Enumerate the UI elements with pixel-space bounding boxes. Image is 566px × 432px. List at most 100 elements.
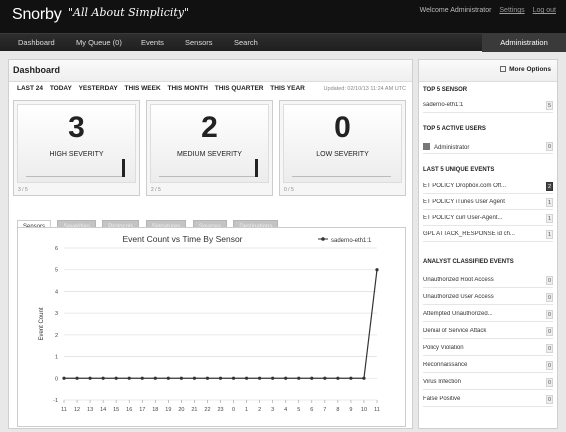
- list-item[interactable]: Unauthorized User Access 0: [423, 291, 553, 305]
- low-severity-card[interactable]: 0 LOW SEVERITY 0 / 5: [279, 100, 406, 196]
- x-tick-label: 2: [258, 407, 261, 413]
- x-tick-label: 21: [191, 407, 197, 413]
- classified-events-title: ANALYST CLASSIFIED EVENTS: [423, 259, 514, 265]
- data-point: [114, 376, 118, 380]
- count-badge: 0: [546, 327, 553, 336]
- y-tick-label: -1: [53, 398, 58, 404]
- event-name: ET POLICY Dropbox.com Off...: [423, 183, 507, 189]
- range-this-month[interactable]: THIS MONTH: [167, 85, 207, 92]
- classification-name: Policy Violation: [423, 345, 464, 351]
- severity-count: 2: [201, 111, 218, 144]
- count-badge: 5: [546, 101, 553, 110]
- nav-sensors[interactable]: Sensors: [185, 38, 213, 47]
- medium-severity-card[interactable]: 2 MEDIUM SEVERITY 2 / 5: [146, 100, 273, 196]
- data-point: [62, 376, 66, 380]
- range-yesterday[interactable]: YESTERDAY: [79, 85, 118, 92]
- range-today[interactable]: TODAY: [50, 85, 72, 92]
- list-item[interactable]: Virus Infection 0: [423, 376, 553, 390]
- sparkline-baseline: [292, 176, 391, 177]
- classification-name: Reconnaissance: [423, 362, 468, 368]
- range-last-24[interactable]: LAST 24: [17, 85, 43, 92]
- y-tick-label: 6: [55, 246, 58, 252]
- data-point: [218, 376, 223, 380]
- list-item[interactable]: Policy Violation 0: [423, 342, 553, 356]
- top-bar: Snorby "All About Simplicity" Welcome Ad…: [0, 0, 566, 33]
- page-title: Dashboard: [13, 65, 61, 75]
- user-name: Administrator: [434, 145, 470, 151]
- nav-administration[interactable]: Administration: [482, 34, 566, 52]
- list-item[interactable]: ET POLICY iTunes User Agent 1: [423, 196, 553, 210]
- legend-label: saderno-eth1:1: [331, 238, 372, 244]
- list-item[interactable]: GPL ATTACK_RESPONSE id ch... 1: [423, 228, 553, 242]
- severity-ratio: 3 / 5: [18, 187, 28, 193]
- legend-marker: [321, 237, 325, 241]
- y-tick-label: 3: [55, 311, 58, 317]
- app-tagline: "All About Simplicity": [68, 6, 190, 19]
- x-tick-label: 10: [361, 407, 367, 413]
- high-severity-card[interactable]: 3 HIGH SEVERITY 3 / 5: [13, 100, 140, 196]
- list-item[interactable]: Reconnaissance 0: [423, 359, 553, 373]
- range-this-week[interactable]: THIS WEEK: [125, 85, 161, 92]
- more-options-label: More Options: [509, 66, 551, 73]
- x-tick-label: 8: [336, 407, 339, 413]
- classification-name: Unauthorized Root Access: [423, 277, 494, 283]
- x-tick-label: 1: [245, 407, 248, 413]
- list-item[interactable]: saderno-eth1:1 5: [423, 99, 553, 113]
- list-item[interactable]: Attempted Unauthorized... 0: [423, 308, 553, 322]
- list-item[interactable]: Denial of Service Attack 0: [423, 325, 553, 339]
- range-this-quarter[interactable]: THIS QUARTER: [215, 85, 264, 92]
- settings-link[interactable]: Settings: [499, 7, 524, 14]
- nav-events[interactable]: Events: [141, 38, 164, 47]
- list-item[interactable]: False Positive 0: [423, 393, 553, 407]
- more-options-button[interactable]: More Options: [500, 66, 551, 73]
- nav-my-queue[interactable]: My Queue (0): [76, 38, 122, 47]
- page: Snorby "All About Simplicity" Welcome Ad…: [0, 0, 566, 432]
- event-name: ET POLICY iTunes User Agent: [423, 199, 505, 205]
- severity-card-body: 2 MEDIUM SEVERITY: [150, 104, 269, 183]
- severity-card-body: 0 LOW SEVERITY: [283, 104, 402, 183]
- x-tick-label: 6: [310, 407, 313, 413]
- x-tick-label: 3: [271, 407, 274, 413]
- list-item[interactable]: Administrator 0: [423, 140, 553, 154]
- classification-name: False Positive: [423, 396, 461, 402]
- range-this-year[interactable]: THIS YEAR: [270, 85, 305, 92]
- list-item[interactable]: Unauthorized Root Access 0: [423, 274, 553, 288]
- count-badge: 1: [546, 198, 553, 207]
- sparkline-bar: [255, 159, 258, 177]
- x-tick-label: 17: [139, 407, 145, 413]
- x-tick-label: 18: [152, 407, 158, 413]
- x-tick-label: 15: [113, 407, 119, 413]
- count-badge: 1: [546, 214, 553, 223]
- data-point: [244, 376, 249, 380]
- unique-events-title: LAST 5 UNIQUE EVENTS: [423, 167, 495, 173]
- x-tick-label: 5: [297, 407, 300, 413]
- sparkline-bar: [122, 159, 125, 177]
- x-tick-label: 14: [100, 407, 106, 413]
- app-logo[interactable]: Snorby: [12, 6, 62, 24]
- x-tick-label: 4: [284, 407, 287, 413]
- data-point: [336, 376, 340, 380]
- user-area: Welcome Administrator Settings Log out: [414, 7, 556, 14]
- severity-count: 0: [334, 111, 351, 144]
- x-tick-label: 7: [323, 407, 326, 413]
- logout-link[interactable]: Log out: [533, 7, 556, 14]
- sensor-name: saderno-eth1:1: [423, 102, 464, 108]
- list-item[interactable]: ET POLICY Dropbox.com Off... 2: [423, 180, 553, 194]
- nav-search[interactable]: Search: [234, 38, 258, 47]
- classification-name: Virus Infection: [423, 379, 461, 385]
- x-tick-label: 9: [349, 407, 352, 413]
- dashboard-panel: Dashboard LAST 24 TODAY YESTERDAY THIS W…: [8, 59, 413, 429]
- y-tick-label: 4: [55, 289, 58, 295]
- list-item[interactable]: ET POLICY curl User-Agent... 1: [423, 212, 553, 226]
- nav-dashboard[interactable]: Dashboard: [18, 38, 55, 47]
- data-point: [284, 376, 288, 380]
- data-point: [297, 376, 301, 380]
- classification-name: Attempted Unauthorized...: [423, 311, 493, 317]
- welcome-text: Welcome Administrator: [419, 7, 492, 14]
- count-badge: 0: [546, 395, 553, 404]
- sparkline-baseline: [159, 176, 258, 177]
- sidebar-panel: More Options TOP 5 SENSOR saderno-eth1:1…: [418, 59, 558, 429]
- x-tick-label: 23: [217, 407, 223, 413]
- data-point: [362, 376, 366, 380]
- user-row: Administrator: [423, 143, 535, 151]
